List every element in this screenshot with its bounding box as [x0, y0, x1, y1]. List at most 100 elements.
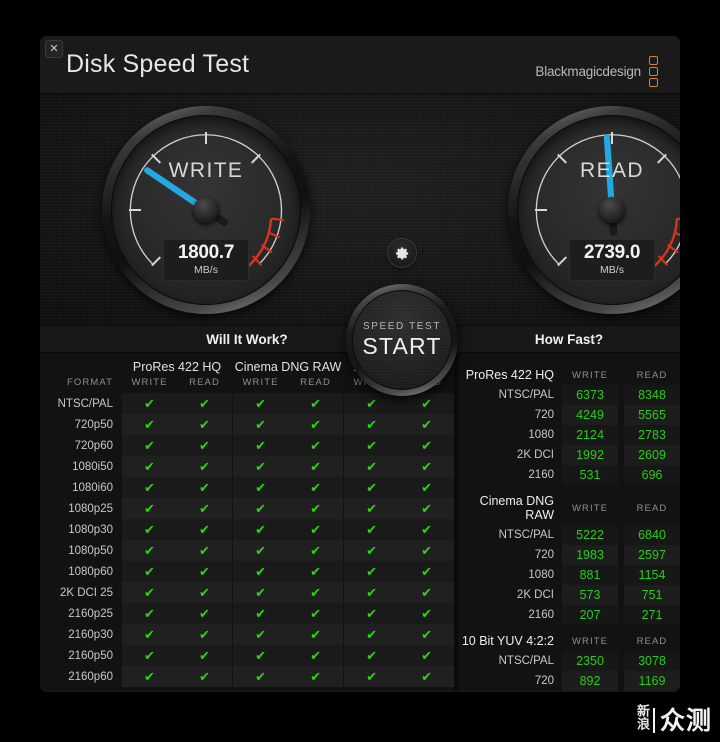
support-check-cell: ✔ — [122, 519, 177, 540]
spacer-cell — [40, 353, 122, 375]
write-speed-value: 531 — [562, 465, 618, 485]
close-icon[interactable]: ✕ — [45, 40, 63, 58]
check-icon: ✔ — [255, 416, 266, 432]
support-check-cell: ✔ — [233, 435, 289, 456]
how-fast-panel: How Fast? ProRes 422 HQ WRITE READ NTSC/PAL… — [458, 326, 680, 692]
support-check-cell: ✔ — [233, 561, 289, 582]
check-icon: ✔ — [310, 605, 321, 621]
check-icon: ✔ — [255, 647, 266, 663]
read-gauge-hub — [599, 197, 625, 223]
check-icon: ✔ — [255, 668, 266, 684]
how-fast-read-header: READ — [636, 635, 668, 647]
support-check-cell: ✔ — [288, 477, 344, 498]
table-row: 720p50 ✔ ✔ ✔ ✔ ✔ ✔ — [40, 414, 455, 435]
read-speed-value: 271 — [624, 605, 680, 625]
check-icon: ✔ — [310, 626, 321, 642]
support-check-cell: ✔ — [233, 645, 289, 666]
table-row: 1080p60 ✔ ✔ ✔ ✔ ✔ ✔ — [40, 561, 455, 582]
watermark-zhongce: 众测 — [652, 707, 712, 733]
check-icon: ✔ — [144, 500, 155, 516]
support-check-cell: ✔ — [233, 477, 289, 498]
check-icon: ✔ — [255, 500, 266, 516]
support-check-cell: ✔ — [288, 456, 344, 477]
table-row: NTSC/PAL 5222 6840 — [458, 525, 680, 545]
will-it-work-table: ProRes 422 HQ Cinema DNG RAW 10 Bit YUV … — [40, 353, 455, 687]
support-check-cell: ✔ — [177, 519, 233, 540]
check-icon: ✔ — [366, 500, 377, 516]
check-icon: ✔ — [310, 500, 321, 516]
column-header-format: FORMAT — [66, 377, 113, 388]
support-check-cell: ✔ — [177, 456, 233, 477]
format-label: 2160p25 — [68, 607, 113, 620]
support-check-cell: ✔ — [177, 645, 233, 666]
check-icon: ✔ — [310, 395, 321, 411]
read-speed-value: 6840 — [624, 525, 680, 545]
format-label: 2160p30 — [68, 628, 113, 641]
support-check-cell: ✔ — [399, 498, 455, 519]
check-icon: ✔ — [255, 395, 266, 411]
write-value: 1800.7 — [177, 242, 235, 263]
support-check-cell: ✔ — [399, 456, 455, 477]
table-row: 2K DCI 573 751 — [458, 585, 680, 605]
check-icon: ✔ — [366, 542, 377, 558]
support-check-cell: ✔ — [399, 393, 455, 414]
support-check-cell: ✔ — [344, 582, 400, 603]
support-check-cell: ✔ — [344, 666, 400, 687]
check-icon: ✔ — [310, 416, 321, 432]
check-icon: ✔ — [144, 584, 155, 600]
support-check-cell: ✔ — [344, 624, 400, 645]
how-fast-section-header: 10 Bit YUV 4:2:2 WRITE READ — [458, 625, 680, 651]
write-speed-value: 6373 — [562, 385, 618, 405]
write-gauge: WRITE 1800.7 MB/s — [102, 106, 310, 314]
support-check-cell: ✔ — [288, 498, 344, 519]
support-check-cell: ✔ — [288, 393, 344, 414]
support-check-cell: ✔ — [288, 666, 344, 687]
how-fast-write-header: WRITE — [571, 502, 609, 514]
resolution-label: 1080 — [528, 429, 554, 441]
how-fast-read-header: READ — [636, 369, 668, 381]
resolution-label: 720 — [534, 549, 554, 561]
support-check-cell: ✔ — [122, 435, 177, 456]
speed-test-start-button[interactable]: SPEED TEST START — [346, 284, 458, 396]
table-row: 2160 207 271 — [458, 605, 680, 625]
support-check-cell: ✔ — [122, 414, 177, 435]
support-check-cell: ✔ — [288, 414, 344, 435]
check-icon: ✔ — [255, 626, 266, 642]
support-check-cell: ✔ — [177, 666, 233, 687]
support-check-cell: ✔ — [344, 393, 400, 414]
resolution-label: 2K DCI — [516, 589, 554, 601]
check-icon: ✔ — [310, 668, 321, 684]
support-check-cell: ✔ — [344, 645, 400, 666]
write-gauge-hub — [193, 197, 219, 223]
support-check-cell: ✔ — [399, 582, 455, 603]
table-row: 720 1983 2597 — [458, 545, 680, 565]
column-header-dng-write: WRITE — [242, 377, 279, 388]
read-speed-value: 3078 — [624, 651, 680, 671]
check-icon: ✔ — [421, 479, 432, 495]
support-check-cell: ✔ — [122, 456, 177, 477]
gear-glyph — [395, 246, 408, 260]
support-check-cell: ✔ — [344, 540, 400, 561]
format-label: 720p50 — [74, 418, 113, 431]
gear-icon[interactable] — [388, 239, 416, 267]
support-check-cell: ✔ — [399, 477, 455, 498]
table-row: 1080 881 1154 — [458, 565, 680, 585]
check-icon: ✔ — [144, 647, 155, 663]
check-icon: ✔ — [199, 647, 210, 663]
format-label: 1080p25 — [68, 502, 113, 515]
check-icon: ✔ — [310, 521, 321, 537]
write-speed-value: 892 — [562, 671, 618, 691]
support-check-cell: ✔ — [399, 603, 455, 624]
write-speed-value: 1983 — [562, 545, 618, 565]
brand-name: Blackmagicdesign — [535, 64, 641, 79]
write-speed-value: 573 — [562, 585, 618, 605]
support-check-cell: ✔ — [233, 540, 289, 561]
check-icon: ✔ — [310, 542, 321, 558]
table-row: NTSC/PAL 2350 3078 — [458, 651, 680, 671]
support-check-cell: ✔ — [122, 624, 177, 645]
read-speed-value: 2783 — [624, 425, 680, 445]
support-check-cell: ✔ — [344, 603, 400, 624]
support-check-cell: ✔ — [177, 393, 233, 414]
check-icon: ✔ — [255, 437, 266, 453]
write-speed-value: 2350 — [562, 651, 618, 671]
